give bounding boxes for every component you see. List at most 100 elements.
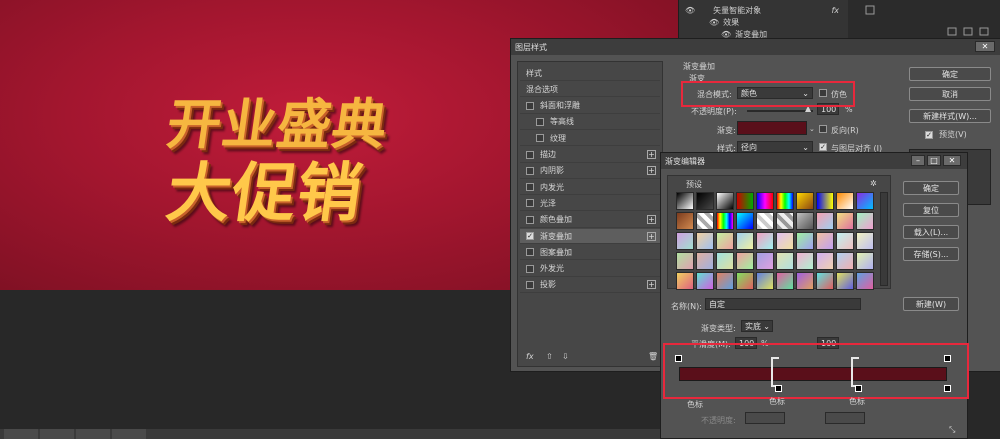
gradient-preset-swatch[interactable]: [696, 212, 714, 230]
preview-toggle[interactable]: ✓ 预览(V): [925, 129, 967, 140]
add-icon[interactable]: +: [647, 215, 656, 225]
style-item[interactable]: 等高线: [520, 115, 660, 130]
fx-icon[interactable]: fx: [526, 352, 534, 361]
maximize-icon[interactable]: □: [927, 155, 941, 166]
style-item[interactable]: 混合选项: [520, 82, 660, 98]
style-item-checkbox[interactable]: [526, 166, 534, 175]
gradient-preset-swatch[interactable]: [816, 252, 834, 270]
style-item-checkbox[interactable]: [526, 264, 534, 273]
document-tab[interactable]: [4, 429, 38, 439]
add-icon[interactable]: +: [647, 231, 656, 241]
gradient-type-select[interactable]: 实底 ⌄: [741, 320, 773, 332]
gradient-preset-swatch[interactable]: [796, 252, 814, 270]
style-item[interactable]: 内阴影 +: [520, 164, 660, 179]
gradient-preset-swatch[interactable]: [856, 212, 874, 230]
gradient-preset-swatch[interactable]: [836, 272, 854, 290]
add-icon[interactable]: +: [647, 166, 656, 176]
gradient-preset-swatch[interactable]: [696, 252, 714, 270]
gradient-preset-swatch[interactable]: [856, 252, 874, 270]
gradient-preset-swatch[interactable]: [716, 252, 734, 270]
style-item-checkbox[interactable]: ✓: [526, 232, 534, 240]
trash-icon[interactable]: 🗑: [648, 352, 658, 361]
style-item-checkbox[interactable]: [526, 280, 534, 289]
name-input[interactable]: 自定: [705, 298, 861, 310]
gradient-editor-titlebar[interactable]: 渐变编辑器 – □ ✕: [661, 153, 967, 169]
add-icon[interactable]: +: [647, 150, 656, 159]
style-item-checkbox[interactable]: [526, 183, 534, 192]
style-item-checkbox[interactable]: [536, 117, 544, 126]
new-style-button[interactable]: 新建样式(W)...: [909, 109, 991, 123]
gradient-preset-swatch[interactable]: [836, 192, 854, 210]
add-icon[interactable]: +: [647, 280, 656, 290]
gradient-preset-swatch[interactable]: [756, 272, 774, 290]
gradient-preset-swatch[interactable]: [676, 192, 694, 210]
ok-button[interactable]: 确定: [909, 67, 991, 81]
gradient-preset-swatch[interactable]: [856, 232, 874, 250]
gradient-preset-swatch[interactable]: [856, 272, 874, 290]
layer-effects-row[interactable]: 👁 效果: [679, 16, 849, 28]
gradient-preset-swatch[interactable]: [816, 192, 834, 210]
gradient-preset-swatch[interactable]: [816, 272, 834, 290]
style-item-checkbox[interactable]: [526, 150, 534, 159]
gradient-preset-swatch[interactable]: [796, 232, 814, 250]
style-item[interactable]: 样式: [520, 66, 660, 81]
opacity-slider[interactable]: [747, 110, 813, 112]
load-button[interactable]: 载入(L)...: [903, 225, 959, 239]
style-item-checkbox[interactable]: [526, 101, 534, 110]
presets-scrollbar[interactable]: [880, 192, 888, 286]
gradient-picker[interactable]: [737, 121, 807, 135]
gradient-preset-swatch[interactable]: [736, 212, 754, 230]
gradient-preset-swatch[interactable]: [776, 212, 794, 230]
gradient-preset-swatch[interactable]: [676, 212, 694, 230]
style-item[interactable]: 图案叠加: [520, 245, 660, 261]
stop-opacity-input[interactable]: [745, 412, 785, 424]
resize-grip-icon[interactable]: ⤡: [949, 425, 955, 435]
preview-checkbox[interactable]: ✓: [925, 130, 933, 139]
style-item[interactable]: 光泽: [520, 196, 660, 212]
style-item[interactable]: 投影 +: [520, 278, 660, 293]
ok-button[interactable]: 确定: [903, 181, 959, 195]
gradient-preset-swatch[interactable]: [776, 272, 794, 290]
document-tab[interactable]: [40, 429, 74, 439]
arrow-up-icon[interactable]: ⇧: [546, 352, 553, 361]
gradient-preset-swatch[interactable]: [836, 252, 854, 270]
reset-button[interactable]: 复位: [903, 203, 959, 217]
gradient-preset-swatch[interactable]: [776, 192, 794, 210]
gradient-preset-swatch[interactable]: [716, 192, 734, 210]
gradient-preset-swatch[interactable]: [736, 232, 754, 250]
close-icon[interactable]: ✕: [943, 155, 961, 166]
arrow-down-icon[interactable]: ⇩: [562, 352, 569, 361]
gradient-preset-swatch[interactable]: [716, 272, 734, 290]
style-item[interactable]: 外发光: [520, 262, 660, 277]
cancel-button[interactable]: 取消: [909, 87, 991, 101]
layer-style-titlebar[interactable]: 图层样式 ✕: [511, 39, 1000, 55]
chevron-down-icon[interactable]: ⌄: [809, 125, 815, 133]
document-tab[interactable]: [112, 429, 146, 439]
style-item[interactable]: 斜面和浮雕: [520, 99, 660, 114]
gradient-preset-swatch[interactable]: [796, 272, 814, 290]
fx-icon[interactable]: fx: [831, 6, 839, 15]
gradient-preset-swatch[interactable]: [796, 192, 814, 210]
gradient-preset-swatch[interactable]: [696, 192, 714, 210]
gradient-preset-swatch[interactable]: [836, 232, 854, 250]
gradient-preset-swatch[interactable]: [716, 212, 734, 230]
gradient-preset-swatch[interactable]: [776, 252, 794, 270]
stop-location-input[interactable]: [825, 412, 865, 424]
gradient-preset-swatch[interactable]: [756, 232, 774, 250]
gradient-preset-swatch[interactable]: [716, 232, 734, 250]
gradient-preset-swatch[interactable]: [676, 252, 694, 270]
style-item[interactable]: 内发光: [520, 180, 660, 196]
gradient-preset-swatch[interactable]: [816, 232, 834, 250]
style-item[interactable]: ✓ 渐变叠加 +: [520, 229, 660, 244]
eye-icon[interactable]: 👁: [709, 18, 719, 27]
gradient-preset-swatch[interactable]: [796, 212, 814, 230]
align-checkbox[interactable]: ✓: [819, 143, 827, 151]
gradient-preset-swatch[interactable]: [776, 232, 794, 250]
new-gradient-button[interactable]: 新建(W): [903, 297, 959, 311]
gear-icon[interactable]: ✲: [870, 179, 877, 188]
gradient-preset-swatch[interactable]: [836, 212, 854, 230]
gradient-preset-swatch[interactable]: [696, 232, 714, 250]
gradient-preset-swatch[interactable]: [816, 212, 834, 230]
style-item[interactable]: 颜色叠加 +: [520, 213, 660, 228]
gradient-preset-swatch[interactable]: [676, 272, 694, 290]
